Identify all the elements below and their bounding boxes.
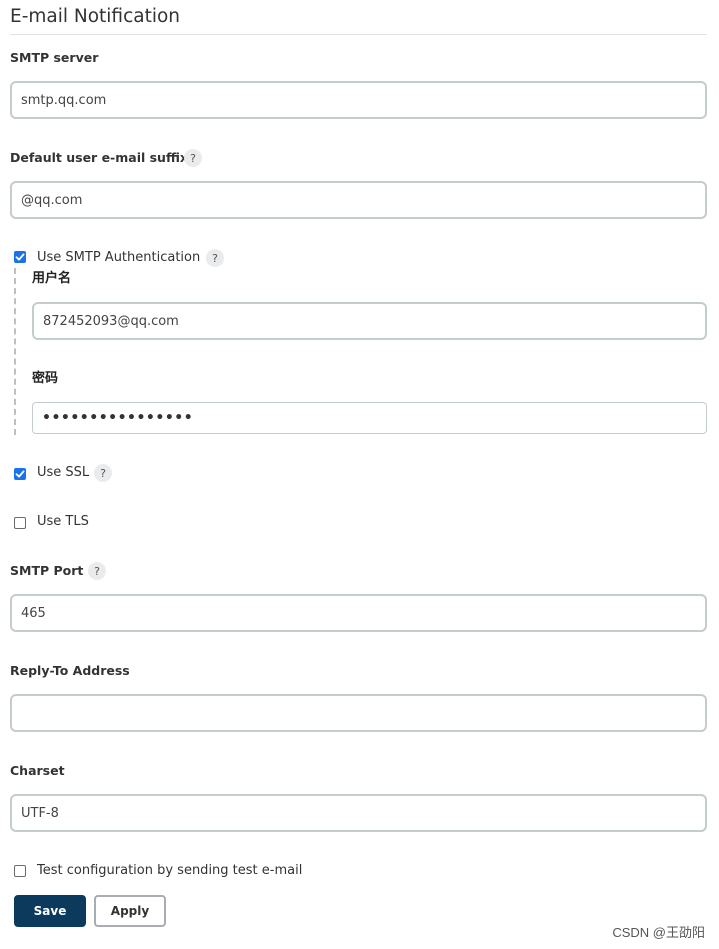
reply-to-input[interactable] bbox=[10, 694, 707, 732]
auth-group-dashed-border bbox=[14, 268, 16, 435]
help-icon-glyph: ? bbox=[100, 466, 106, 480]
test-config-checkbox[interactable] bbox=[14, 865, 26, 877]
checkmark-icon bbox=[15, 470, 25, 478]
charset-label: Charset bbox=[10, 763, 65, 778]
default-suffix-value: @qq.com bbox=[21, 192, 83, 208]
password-input[interactable]: •••••••••••••••• bbox=[32, 402, 707, 434]
username-value: 872452093@qq.com bbox=[43, 313, 179, 329]
checkmark-icon bbox=[15, 253, 25, 261]
smtp-server-label: SMTP server bbox=[10, 50, 99, 65]
password-masked-value: •••••••••••••••• bbox=[42, 410, 194, 426]
smtp-port-input[interactable]: 465 bbox=[10, 594, 707, 632]
reply-to-label: Reply-To Address bbox=[10, 663, 130, 678]
use-tls-label[interactable]: Use TLS bbox=[37, 514, 89, 530]
smtp-auth-help-icon[interactable]: ? bbox=[206, 249, 224, 267]
apply-button[interactable]: Apply bbox=[94, 895, 166, 927]
username-label: 用户名 bbox=[32, 271, 72, 286]
help-icon-glyph: ? bbox=[212, 251, 218, 265]
username-input[interactable]: 872452093@qq.com bbox=[32, 302, 707, 340]
csdn-watermark: CSDN @王劭阳 bbox=[612, 925, 705, 940]
section-divider bbox=[10, 34, 707, 35]
smtp-server-value: smtp.qq.com bbox=[21, 92, 107, 108]
use-ssl-help-icon[interactable]: ? bbox=[94, 464, 112, 482]
default-suffix-label: Default user e-mail suffix bbox=[10, 150, 188, 165]
default-suffix-help-icon[interactable]: ? bbox=[184, 149, 202, 167]
help-icon-glyph: ? bbox=[190, 151, 196, 165]
section-title: E-mail Notification bbox=[10, 6, 181, 27]
charset-input[interactable]: UTF-8 bbox=[10, 794, 707, 832]
password-label: 密码 bbox=[32, 371, 59, 386]
default-suffix-input[interactable]: @qq.com bbox=[10, 181, 707, 219]
save-button[interactable]: Save bbox=[14, 895, 86, 927]
use-ssl-label[interactable]: Use SSL bbox=[37, 465, 89, 481]
smtp-port-value: 465 bbox=[21, 605, 46, 621]
smtp-server-input[interactable]: smtp.qq.com bbox=[10, 81, 707, 119]
test-config-label[interactable]: Test configuration by sending test e-mai… bbox=[37, 863, 302, 879]
smtp-port-label: SMTP Port bbox=[10, 563, 84, 578]
smtp-port-help-icon[interactable]: ? bbox=[88, 562, 106, 580]
use-tls-checkbox[interactable] bbox=[14, 517, 26, 529]
use-ssl-checkbox[interactable] bbox=[14, 468, 26, 480]
help-icon-glyph: ? bbox=[94, 564, 100, 578]
smtp-auth-checkbox[interactable] bbox=[14, 251, 26, 263]
charset-value: UTF-8 bbox=[21, 805, 59, 821]
smtp-auth-label[interactable]: Use SMTP Authentication bbox=[37, 250, 200, 266]
